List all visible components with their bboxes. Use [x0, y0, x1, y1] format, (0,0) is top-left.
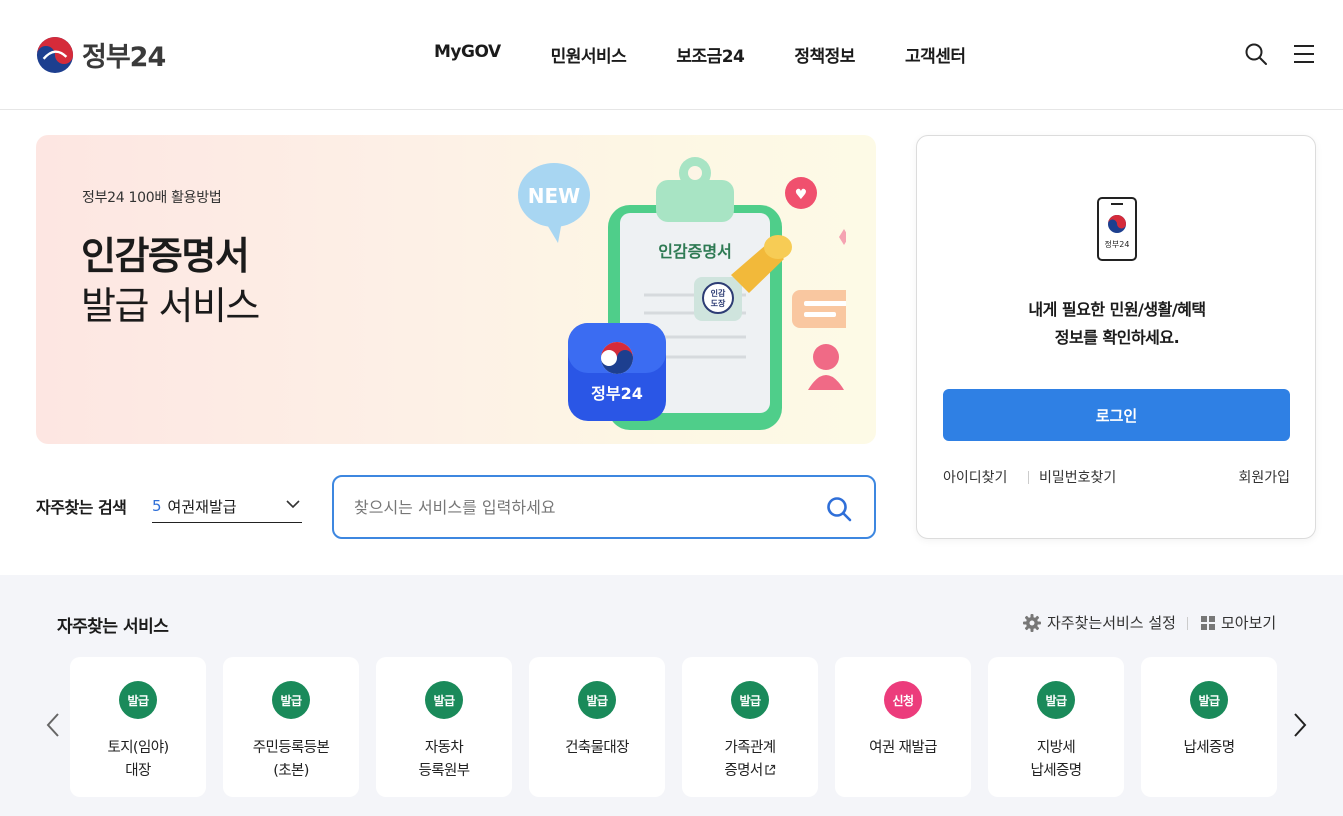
login-message-line2: 정보를 확인하세요.: [1054, 328, 1180, 347]
settings-label: 자주찾는서비스 설정: [1047, 614, 1176, 632]
login-message-line1: 내게 필요한 민원/생활/혜택: [1028, 300, 1206, 319]
login-links: 아이디찾기 비밀번호찾기 회원가입: [943, 467, 1290, 489]
search-icon[interactable]: [1244, 42, 1268, 66]
chevron-left-icon[interactable]: [45, 712, 61, 738]
service-card-tax-certificate[interactable]: 발급 납세증명: [1141, 657, 1277, 797]
service-card-vehicle-register[interactable]: 발급 자동차 등록원부: [376, 657, 512, 797]
issue-badge: 발급: [119, 681, 157, 719]
issue-badge: 발급: [425, 681, 463, 719]
service-card-land-register[interactable]: 발급 토지(임야) 대장: [70, 657, 206, 797]
svg-text:♥: ♥: [795, 187, 808, 203]
new-bubble-icon: NEW: [518, 163, 590, 243]
service-card-label: 지방세 납세증명: [1030, 740, 1083, 779]
login-button[interactable]: 로그인: [943, 389, 1290, 441]
frequent-services-title: 자주찾는 서비스: [57, 617, 169, 637]
nav-customer-center[interactable]: 고객센터: [905, 42, 966, 67]
service-card-local-tax-certificate[interactable]: 발급 지방세 납세증명: [988, 657, 1124, 797]
issue-badge: 발급: [731, 681, 769, 719]
promo-banner[interactable]: 정부24 100배 활용방법 인감증명서 발급 서비스 NEW 인감증명서 인감…: [36, 135, 876, 444]
service-card-building-register[interactable]: 발급 건축물대장: [529, 657, 665, 797]
logo-text: 정부24: [82, 42, 166, 73]
service-card-label: 자동차 등록원부: [418, 740, 471, 779]
svg-text:정부24: 정부24: [1105, 239, 1130, 249]
service-card-passport-reissue[interactable]: 신청 여권 재발급: [835, 657, 971, 797]
frequent-services-settings-button[interactable]: 자주찾는서비스 설정: [1022, 612, 1176, 633]
service-card-label: 주민등록등본 (초본): [252, 740, 330, 779]
search-submit-icon[interactable]: [826, 496, 852, 522]
view-all-button[interactable]: 모아보기: [1200, 612, 1276, 633]
banner-subtitle: 정부24 100배 활용방법: [82, 190, 222, 206]
chevron-right-icon[interactable]: [1292, 712, 1308, 738]
nav-subsidy24[interactable]: 보조금24: [676, 42, 745, 67]
mobile-phone-icon: 정부24: [1097, 197, 1137, 261]
frequent-services-section: 자주찾는 서비스 자주찾는서비스 설정 모아보기 발급 토지(임야) 대장 발급…: [0, 575, 1343, 816]
apply-badge: 신청: [884, 681, 922, 719]
svg-text:인감증명서: 인감증명서: [658, 242, 732, 261]
issue-badge: 발급: [1190, 681, 1228, 719]
issue-badge: 발급: [578, 681, 616, 719]
service-card-label: 여권 재발급: [869, 740, 937, 756]
frequent-search-dropdown[interactable]: 5 여권재발급: [152, 490, 302, 523]
site-logo[interactable]: 정부24: [36, 35, 166, 74]
site-header: 정부24 MyGOV 민원서비스 보조금24 정책정보 고객센터: [0, 0, 1343, 110]
external-link-icon: [765, 764, 775, 775]
toolbar-divider: [1187, 617, 1188, 630]
chevron-down-icon: [286, 500, 300, 509]
nav-civil-service[interactable]: 민원서비스: [551, 42, 627, 67]
svg-text:인감: 인감: [711, 288, 726, 298]
service-card-family-certificate[interactable]: 발급 가족관계 증명서: [682, 657, 818, 797]
frequent-search-rank: 5: [152, 497, 162, 515]
service-card-resident-register[interactable]: 발급 주민등록등본 (초본): [223, 657, 359, 797]
gear-icon: [1023, 613, 1041, 632]
service-card-label: 토지(임야) 대장: [107, 740, 169, 779]
svg-text:도장: 도장: [711, 298, 726, 308]
banner-title-line2: 발급 서비스: [81, 284, 260, 328]
login-card: 정부24 내게 필요한 민원/생활/혜택 정보를 확인하세요. 로그인 아이디찾…: [916, 135, 1316, 539]
svg-text:정부24: 정부24: [591, 384, 643, 403]
banner-illustration: NEW 인감증명서 인감 도장 ♥ 정부24: [518, 157, 846, 430]
nav-mygov[interactable]: MyGOV: [434, 42, 501, 67]
service-card-label: 건축물대장: [565, 740, 629, 756]
svg-text:NEW: NEW: [528, 184, 580, 208]
issue-badge: 발급: [272, 681, 310, 719]
find-password-link[interactable]: 비밀번호찾기: [1039, 467, 1116, 487]
service-search-input[interactable]: [354, 493, 814, 521]
service-card-label: 가족관계 증명서: [682, 737, 818, 783]
login-message: 내게 필요한 민원/생활/혜택 정보를 확인하세요.: [917, 296, 1317, 352]
main-nav: MyGOV 민원서비스 보조금24 정책정보 고객센터: [434, 42, 966, 67]
link-divider: [1028, 471, 1029, 484]
hamburger-menu-icon[interactable]: [1293, 44, 1315, 64]
service-cards: 발급 토지(임야) 대장 발급 주민등록등본 (초본) 발급 자동차 등록원부 …: [70, 657, 1277, 797]
grid-icon: [1201, 615, 1215, 630]
banner-title-line1: 인감증명서: [81, 234, 250, 278]
signup-link[interactable]: 회원가입: [1238, 467, 1290, 487]
service-card-label: 납세증명: [1183, 740, 1236, 756]
service-search-box: [332, 475, 876, 539]
view-all-label: 모아보기: [1221, 614, 1277, 632]
frequent-search-label: 자주찾는 검색: [36, 498, 127, 517]
taegeuk-logo-icon: [36, 36, 74, 73]
frequent-search-value: 여권재발급: [167, 497, 237, 516]
find-id-link[interactable]: 아이디찾기: [943, 467, 1007, 487]
issue-badge: 발급: [1037, 681, 1075, 719]
nav-policy-info[interactable]: 정책정보: [794, 42, 855, 67]
